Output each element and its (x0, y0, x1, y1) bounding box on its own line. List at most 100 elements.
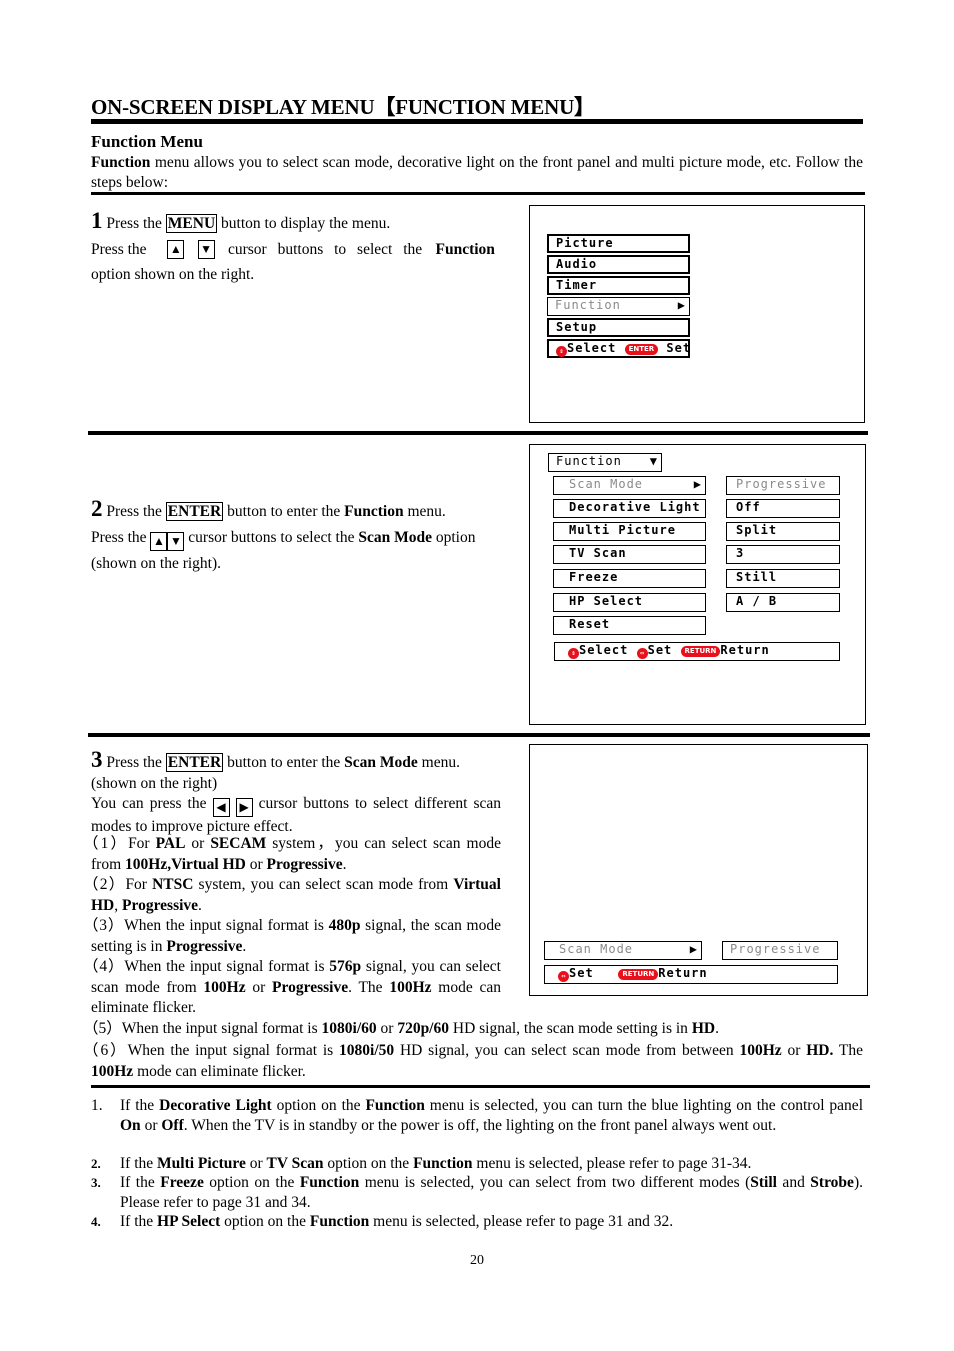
note-number: 3. (91, 1175, 101, 1190)
return-button-icon: RETURN (618, 969, 659, 980)
osd-item-label: Freeze (569, 570, 619, 584)
osd-function-item-multi-picture[interactable]: Multi Picture (553, 522, 706, 541)
return-button-icon: RETURN (680, 646, 721, 657)
note-index: （3） (83, 917, 125, 934)
osd-item-label: Function (555, 298, 621, 312)
step2-text-f: option (431, 529, 476, 546)
intro-rest: menu allows you to select scan mode, dec… (91, 154, 863, 191)
note-item: 3. If the Freeze option on the Function m… (91, 1173, 863, 1212)
step3-text-b: button to enter the (223, 754, 345, 771)
page-title: ON-SCREEN DISPLAY MENU【FUNCTION MENU】 (91, 95, 595, 119)
osd-footer-hint: ⇕ Select ENTER Set (547, 339, 690, 358)
osd-function-item-reset[interactable]: Reset (553, 616, 706, 635)
osd-function-value-decorative-light[interactable]: Off (726, 499, 840, 518)
osd-item-label: Timer (556, 278, 598, 292)
osd-value-label: Still (736, 570, 778, 584)
osd-menu-item-setup[interactable]: Setup (547, 318, 690, 337)
osd-function-item-freeze[interactable]: Freeze (553, 569, 706, 588)
step3-text-d: (shown on the right) (91, 774, 218, 792)
step1-text-e: option shown on the right. (91, 266, 255, 283)
down-arrow-key-icon: ▼ (167, 532, 185, 551)
osd-function-value-multi-picture[interactable]: Split (726, 522, 840, 541)
note-text: If the Decorative Light option on the Fu… (120, 1097, 863, 1134)
osd-item-label: Scan Mode (569, 477, 644, 491)
step1-text-c: Press the (91, 240, 147, 258)
page-number: 20 (470, 1253, 484, 1268)
osd-function-item-tv-scan[interactable]: TV Scan (553, 545, 706, 564)
down-triangle-icon: ▼ (649, 454, 658, 468)
osd-function-value-hp-select[interactable]: A / B (726, 593, 840, 612)
osd-menu-item-audio[interactable]: Audio (547, 255, 690, 274)
osd-item-label: Decorative Light (569, 500, 701, 514)
osd-header-label: Function (556, 454, 622, 468)
step1-divider (88, 431, 868, 435)
osd-menu-item-picture[interactable]: Picture (547, 234, 690, 253)
up-down-selector-icon: ⇕ (568, 648, 579, 659)
enter-button-icon: ENTER (624, 344, 659, 355)
step1-bold-function: Function (435, 240, 495, 258)
osd3-footer-hint: ⇔ Set RETURN Return (544, 965, 838, 984)
step2-text-g: (shown on the right). (91, 555, 222, 572)
step2-number: 2 (91, 496, 103, 521)
osd-menu-item-timer[interactable]: Timer (547, 276, 690, 295)
step3-text-e: You can press the (91, 795, 213, 812)
note-text: If the Multi Picture or TV Scan option o… (120, 1155, 752, 1172)
step2-text-a: Press the (102, 503, 166, 520)
right-triangle-icon: ▶ (689, 942, 698, 956)
osd-function-value-scan-mode[interactable]: Progressive (726, 476, 840, 495)
note-index: （6） (83, 1042, 128, 1059)
step2-bold-scan-mode: Scan Mode (358, 529, 432, 546)
note-text: If the HP Select option on the Function … (120, 1213, 674, 1230)
step1-text-b: button to display the menu. (217, 215, 391, 232)
osd-menu-item-function[interactable]: Function ▶ (547, 297, 690, 316)
step2-text: 2 Press the ENTER button to enter the Fu… (91, 496, 521, 577)
note-number: 2. (91, 1156, 101, 1171)
note-index: （2） (83, 876, 126, 893)
up-down-selector-icon: ⇕ (556, 346, 567, 357)
step2-bold-function: Function (344, 503, 404, 520)
intro-divider (91, 192, 865, 195)
osd-function-item-hp-select[interactable]: HP Select (553, 593, 706, 612)
scan-mode-note: （1）For PAL or SECAM system，you can selec… (83, 835, 501, 873)
osd-item-label: Reset (569, 617, 611, 631)
step2-divider (88, 733, 870, 737)
hint-set: Set (569, 966, 594, 980)
menu-key-label: MENU (165, 214, 218, 233)
left-right-selector-icon: ⇔ (558, 971, 569, 982)
step3-text: 3 Press the ENTER button to enter the Sc… (91, 747, 501, 838)
right-arrow-key-icon: ▶ (235, 798, 253, 817)
osd-value-label: A / B (736, 594, 778, 608)
step2-text-c: menu. (403, 503, 446, 520)
section-heading: Function Menu (91, 132, 203, 151)
step2-text-d: Press the (91, 529, 151, 546)
down-arrow-key-icon: ▼ (197, 239, 215, 259)
enter-key-label: ENTER (165, 502, 224, 521)
step2-text-b: button to enter the (223, 503, 345, 520)
osd-value-label: Progressive (736, 477, 827, 491)
hint-set: Set (666, 341, 692, 355)
note-number: 4. (91, 1214, 101, 1229)
osd-function-header: Function ▼ (548, 453, 662, 472)
osd-function-value-tv-scan[interactable]: 3 (726, 545, 840, 564)
osd-value-label: Off (736, 500, 761, 514)
step1-text-a: Press the (102, 215, 166, 232)
scan-mode-note: （2）For NTSC system, you can select scan … (83, 876, 501, 914)
hint-return: Return (720, 643, 770, 657)
note-text: If the Freeze option on the Function men… (120, 1174, 863, 1211)
osd-function-item-decorative-light[interactable]: Decorative Light (553, 499, 706, 518)
step3-number: 3 (91, 747, 103, 772)
osd-function-value-freeze[interactable]: Still (726, 569, 840, 588)
osd-function-item-scan-mode[interactable]: Scan Mode ▶ (553, 476, 706, 495)
note-index: （1） (83, 835, 129, 852)
step1-text: 1 Press the MENU button to display the m… (91, 208, 495, 288)
osd-scan-mode-value[interactable]: Progressive (722, 941, 838, 960)
osd-item-label: TV Scan (569, 546, 627, 560)
note-index: （4） (83, 958, 125, 975)
osd2-footer-hint: ⇕ Select ⇔ Set RETURN Return (554, 642, 840, 661)
note-item: 4. If the HP Select option on the Functio… (91, 1212, 863, 1232)
osd-scan-mode-item[interactable]: Scan Mode ▶ (544, 941, 702, 960)
step2-text-e: cursor buttons to select the (184, 529, 359, 546)
note-index: （5） (83, 1020, 122, 1037)
intro-text: Function menu allows you to select scan … (91, 153, 863, 193)
step3-divider (91, 1085, 870, 1088)
